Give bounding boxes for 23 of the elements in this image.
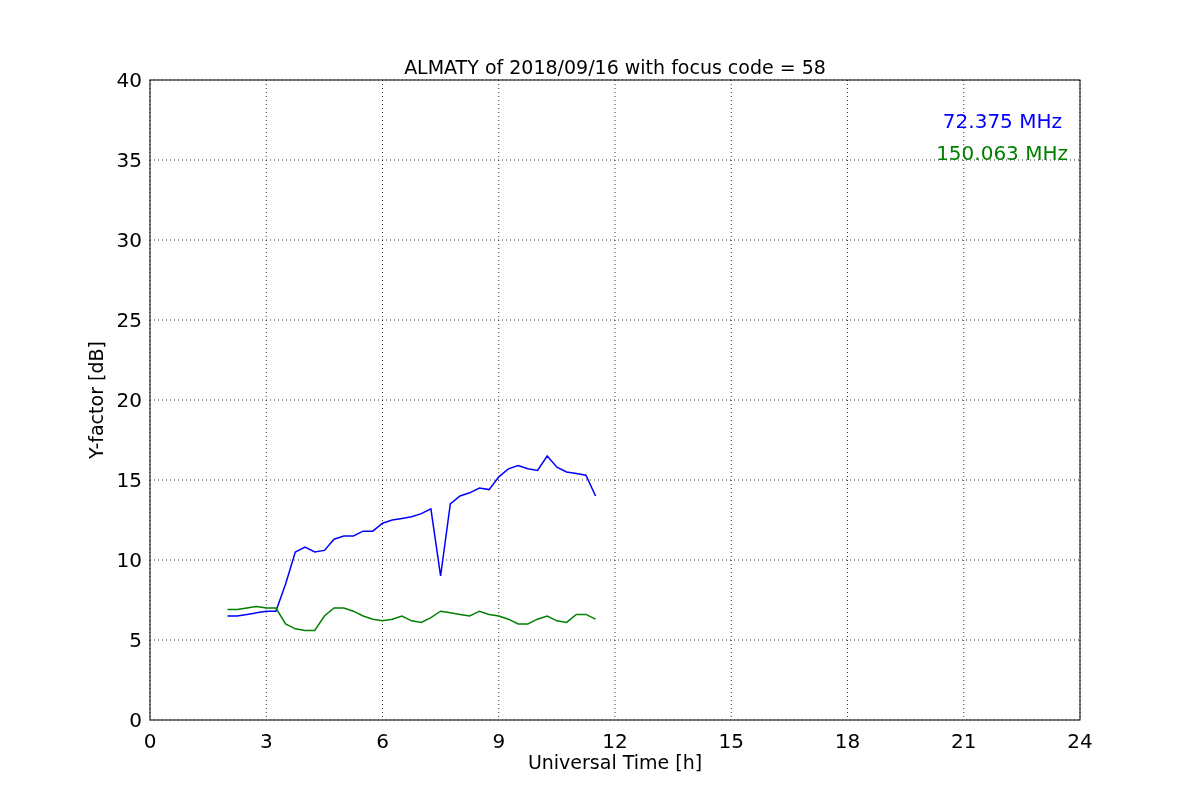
y-axis-label: Y-factor [dB] — [85, 341, 107, 459]
x-tick-label: 18 — [834, 729, 861, 753]
x-tick-label: 24 — [1067, 729, 1093, 753]
y-tick-label: 5 — [129, 628, 142, 652]
y-tick-label: 40 — [116, 68, 142, 92]
legend-label: 150.063 MHz — [936, 141, 1068, 165]
y-tick-label: 35 — [116, 148, 142, 172]
x-tick-label: 0 — [143, 729, 157, 753]
x-tick-label: 9 — [492, 729, 506, 753]
legend-label: 72.375 MHz — [942, 109, 1062, 133]
x-tick-label: 6 — [376, 729, 389, 753]
x-tick-label: 12 — [602, 729, 628, 753]
x-axis-label: Universal Time [h] — [527, 751, 703, 773]
chart-title: ALMATY of 2018/09/16 with focus code = 58 — [404, 56, 826, 78]
x-tick-label: 21 — [951, 729, 977, 753]
y-tick-label: 30 — [116, 228, 142, 252]
y-tick-label: 15 — [116, 468, 142, 492]
y-tick-label: 25 — [116, 308, 142, 332]
y-tick-label: 10 — [116, 548, 142, 572]
y-tick-label: 20 — [116, 388, 142, 412]
x-tick-label: 15 — [718, 729, 744, 753]
y-tick-label: 0 — [129, 708, 142, 732]
x-tick-label: 3 — [259, 729, 273, 753]
